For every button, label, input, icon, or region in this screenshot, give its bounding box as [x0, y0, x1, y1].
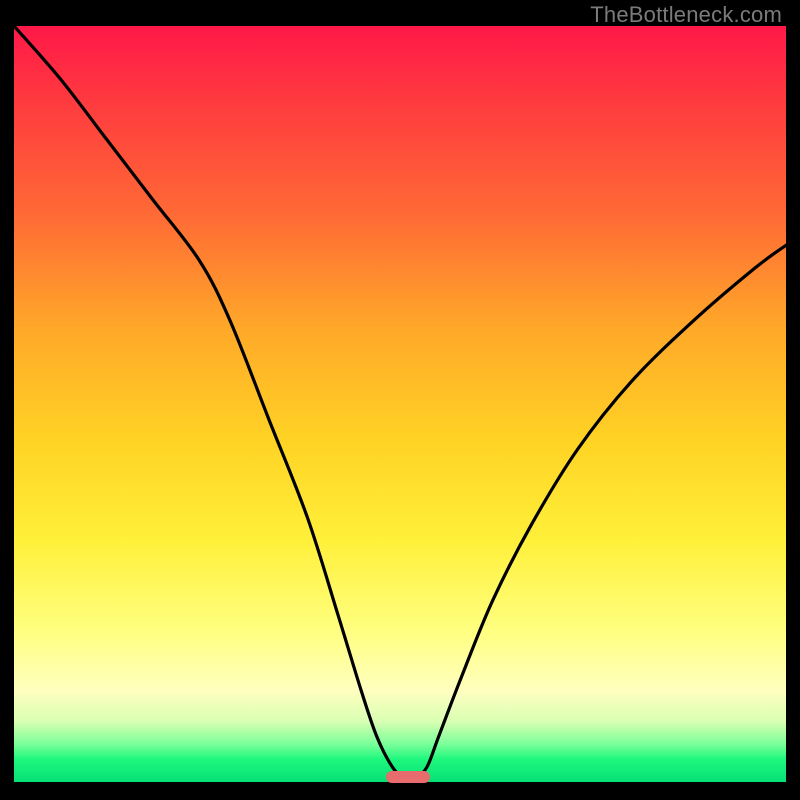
bottleneck-curve	[14, 26, 786, 780]
chart-frame: TheBottleneck.com	[0, 0, 800, 800]
watermark-text: TheBottleneck.com	[590, 2, 782, 28]
plot-area	[14, 26, 786, 782]
curve-svg	[14, 26, 786, 782]
min-marker	[386, 771, 430, 783]
